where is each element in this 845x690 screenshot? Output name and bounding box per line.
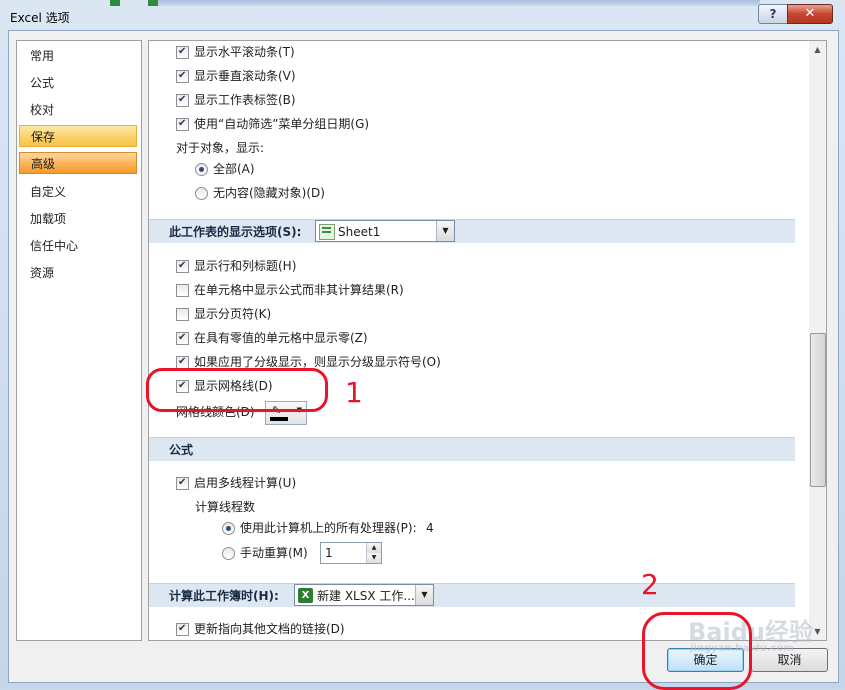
color-swatch xyxy=(270,417,288,421)
advanced-options-panel: 显示水平滚动条(T) 显示垂直滚动条(V) 显示工作表标签(B) 使用“自动筛选… xyxy=(148,40,811,641)
nav-item-proofing[interactable]: 校对 xyxy=(19,99,137,121)
sheet-tab-icon xyxy=(148,0,158,6)
option-label: 使用此计算机上的所有处理器(P): xyxy=(240,521,417,535)
manual-threads-radio[interactable] xyxy=(222,547,235,560)
stepper-up-icon[interactable]: ▲ xyxy=(366,543,381,553)
objects-all-radio[interactable] xyxy=(195,163,208,176)
options-nav-list: 常用 公式 校对 保存 高级 自定义 加载项 信任中心 资源 xyxy=(16,40,142,641)
workbook-select-value: 新建 XLSX 工作... xyxy=(317,589,415,603)
option-label: 显示工作表标签(B) xyxy=(194,93,296,107)
scroll-thumb[interactable] xyxy=(810,333,826,487)
annotation-highlight-ok xyxy=(642,612,752,690)
workbook-select[interactable]: X 新建 XLSX 工作... ▼ xyxy=(294,584,434,606)
nav-item-advanced[interactable]: 高级 xyxy=(19,152,137,174)
calc-section-header: 计算此工作簿时(H): xyxy=(149,583,795,607)
section-title: 公式 xyxy=(169,443,194,457)
chevron-down-icon[interactable]: ▼ xyxy=(415,585,433,605)
option-label: 在具有零值的单元格中显示零(Z) xyxy=(194,331,368,345)
all-processors-radio[interactable] xyxy=(222,522,235,535)
show-formulas-checkbox[interactable] xyxy=(176,284,189,297)
show-headers-checkbox[interactable] xyxy=(176,257,189,275)
window-title: Excel 选项 xyxy=(10,11,70,25)
section-title: 此工作表的显示选项(S): xyxy=(169,225,302,239)
stepper-value: 1 xyxy=(325,546,333,560)
annotation-step-1: 1 xyxy=(345,376,363,409)
option-label: 显示垂直滚动条(V) xyxy=(194,69,296,83)
option-label: 显示分页符(K) xyxy=(194,307,272,321)
scroll-up-icon[interactable]: ▲ xyxy=(809,41,826,58)
section-title: 计算此工作簿时(H): xyxy=(169,589,279,603)
option-label: 使用“自动筛选”菜单分组日期(G) xyxy=(194,117,370,131)
chevron-down-icon[interactable]: ▼ xyxy=(436,221,454,241)
option-label: 显示水平滚动条(T) xyxy=(194,45,295,59)
option-label: 无内容(隐藏对象)(D) xyxy=(213,186,325,200)
multithread-checkbox[interactable] xyxy=(176,474,189,492)
stepper-down-icon[interactable]: ▼ xyxy=(366,553,381,563)
processor-count: 4 xyxy=(426,521,434,535)
annotation-step-2: 2 xyxy=(641,568,659,601)
option-label: 全部(A) xyxy=(213,162,255,176)
nav-item-customize[interactable]: 自定义 xyxy=(19,181,137,203)
background-ribbon-strip xyxy=(110,0,760,6)
group-dates-checkbox[interactable] xyxy=(176,115,189,133)
worksheet-icon xyxy=(319,224,335,240)
sheet-select[interactable]: Sheet1 ▼ xyxy=(315,220,455,242)
nav-item-addins[interactable]: 加载项 xyxy=(19,208,137,230)
annotation-highlight-gridlines xyxy=(146,368,328,412)
nav-item-common[interactable]: 常用 xyxy=(19,45,137,67)
sheet-tab-icon xyxy=(110,0,120,6)
option-label: 在单元格中显示公式而非其计算结果(R) xyxy=(194,283,404,297)
option-label: 启用多线程计算(U) xyxy=(194,476,297,490)
objects-heading: 对于对象，显示: xyxy=(176,141,265,155)
close-button[interactable]: ✕ xyxy=(787,4,833,24)
nav-item-trust-center[interactable]: 信任中心 xyxy=(19,235,137,257)
excel-icon: X xyxy=(298,588,313,603)
vertical-scrollbar[interactable]: ▲ ▼ xyxy=(809,40,827,641)
show-page-breaks-checkbox[interactable] xyxy=(176,308,189,321)
objects-hide-radio[interactable] xyxy=(195,187,208,200)
option-label: 手动重算(M) xyxy=(240,546,308,560)
update-links-checkbox[interactable] xyxy=(176,620,189,638)
sheet-options-section-header: 此工作表的显示选项(S): xyxy=(149,219,795,243)
thread-count-stepper[interactable]: 1 ▲ ▼ xyxy=(320,542,382,564)
option-label: 更新指向其他文档的链接(D) xyxy=(194,622,345,636)
nav-item-save[interactable]: 保存 xyxy=(19,125,137,147)
show-hscroll-checkbox[interactable] xyxy=(176,43,189,61)
nav-item-resources[interactable]: 资源 xyxy=(19,262,137,284)
option-label: 显示行和列标题(H) xyxy=(194,259,297,273)
sheet-select-value: Sheet1 xyxy=(338,225,381,239)
threads-heading: 计算线程数 xyxy=(195,500,256,514)
help-button[interactable]: ? xyxy=(758,4,788,24)
show-zeros-checkbox[interactable] xyxy=(176,329,189,347)
show-vscroll-checkbox[interactable] xyxy=(176,67,189,85)
formula-section-header: 公式 xyxy=(149,437,795,461)
nav-item-formulas[interactable]: 公式 xyxy=(19,72,137,94)
show-sheet-tabs-checkbox[interactable] xyxy=(176,91,189,109)
